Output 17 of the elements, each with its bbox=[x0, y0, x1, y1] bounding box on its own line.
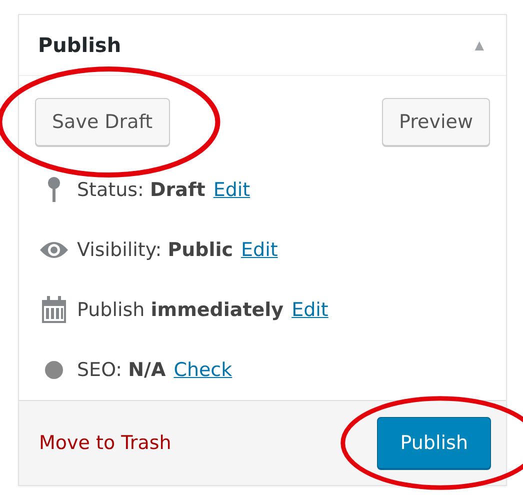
calendar-icon bbox=[41, 296, 67, 324]
row-text: Status: Draft bbox=[77, 179, 206, 202]
eye-icon bbox=[39, 240, 69, 260]
save-draft-button[interactable]: Save Draft bbox=[35, 98, 170, 146]
preview-button[interactable]: Preview bbox=[382, 98, 490, 146]
pin-icon bbox=[47, 176, 61, 204]
publish-button[interactable]: Publish bbox=[377, 417, 491, 470]
status-dot-icon bbox=[44, 360, 64, 380]
row-text: SEO: N/A bbox=[77, 359, 166, 382]
row-link[interactable]: Check bbox=[174, 359, 232, 382]
row-link[interactable]: Edit bbox=[241, 239, 278, 262]
row-link[interactable]: Edit bbox=[292, 299, 328, 322]
panel-title: Publish bbox=[38, 33, 122, 58]
row-text: Publish immediately bbox=[77, 299, 284, 322]
row-link[interactable]: Edit bbox=[213, 179, 250, 202]
move-to-trash-link[interactable]: Move to Trash bbox=[39, 432, 172, 454]
row-text: Visibility: Public bbox=[77, 239, 234, 262]
